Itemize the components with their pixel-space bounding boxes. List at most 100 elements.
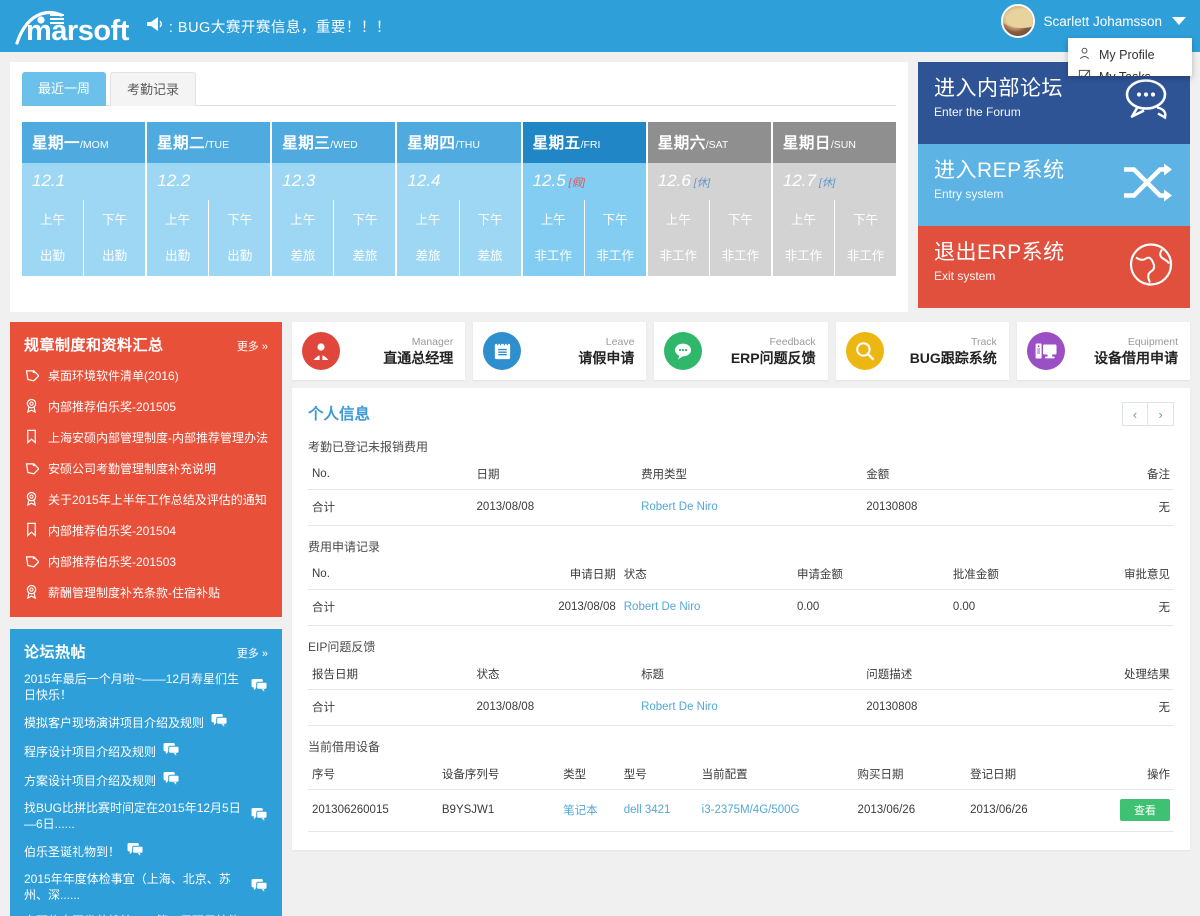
list-item[interactable]: 2015年年度体检事宜（上海、北京、苏州、深......: [24, 871, 268, 903]
table-cell[interactable]: Robert De Niro: [637, 489, 863, 526]
afternoon-status: 非工作: [846, 249, 885, 263]
day-tag: [休]: [693, 177, 711, 189]
day-header: 星期日/SUN: [772, 122, 896, 163]
morning-status: 非工作: [534, 249, 572, 263]
list-item[interactable]: 伯乐圣诞礼物到！: [24, 842, 268, 861]
morning-slot[interactable]: 上午 差旅: [272, 200, 335, 276]
table-cell[interactable]: dell 3421: [619, 789, 698, 832]
action-exit-erp-system[interactable]: 退出ERP系统 Exit system: [918, 226, 1190, 308]
chat-bubbles-icon: [1116, 78, 1174, 129]
column-header: 标题: [637, 661, 863, 690]
calendar-day-sun[interactable]: 星期日/SUN 12.7 [休] 上午 非工作 下午 非工作: [772, 122, 896, 276]
afternoon-slot[interactable]: 下午 非工作: [584, 200, 646, 276]
list-item[interactable]: 方案设计项目介绍及规则: [24, 771, 268, 790]
afternoon-slot[interactable]: 下午 差旅: [334, 200, 396, 276]
morning-slot[interactable]: 上午 差旅: [397, 200, 460, 276]
morning-slot[interactable]: 上午 非工作: [772, 200, 835, 276]
afternoon-slot[interactable]: 下午 出勤: [84, 200, 146, 276]
morning-label: 上午: [790, 213, 816, 227]
announcement[interactable]: : BUG大赛开赛信息，重要！！！: [145, 15, 391, 38]
day-halves: 上午 非工作 下午 非工作: [772, 200, 896, 276]
list-item[interactable]: 桌面环境软件清单(2016): [24, 367, 268, 386]
user-account-area[interactable]: Scarlett Johamsson: [1001, 4, 1186, 38]
afternoon-slot[interactable]: 下午 非工作: [834, 200, 896, 276]
attendance-tabs[interactable]: 最近一周 考勤记录: [22, 72, 896, 106]
tab-attendance-records[interactable]: 考勤记录: [110, 72, 197, 106]
menu-item-my-tasks[interactable]: My Tasks: [1068, 66, 1192, 76]
pager-controls[interactable]: ‹ ›: [1122, 402, 1174, 426]
action-enter-rep-system[interactable]: 进入REP系统 Entry system: [918, 144, 1190, 226]
table-cell: 2013/06/26: [853, 789, 967, 832]
date-value: 12.7: [782, 171, 816, 190]
afternoon-slot[interactable]: 下午 差旅: [459, 200, 521, 276]
table-cell[interactable]: Robert De Niro: [619, 589, 793, 626]
morning-status: 差旅: [415, 249, 441, 263]
calendar-day-thu[interactable]: 星期四/THU 12.4 上午 差旅 下午 差旅: [397, 122, 521, 276]
regulations-list: 桌面环境软件清单(2016) 内部推荐伯乐奖-201505 上海安硕内部管理制度-内…: [24, 367, 268, 603]
app-logo[interactable]: marsoft: [14, 6, 129, 46]
quick-card-feedback[interactable]: Feedback ERP问题反馈: [654, 322, 828, 380]
table-cell[interactable]: i3-2375M/4G/500G: [697, 789, 854, 832]
list-item[interactable]: 薪酬管理制度补充条款-住宿补贴: [24, 584, 268, 603]
table-cell[interactable]: Robert De Niro: [637, 689, 863, 726]
user-dropdown-menu[interactable]: My Profile My Tasks: [1068, 38, 1192, 76]
day-name-cn: 星期一: [32, 135, 81, 152]
quick-card-text: Leave 请假申请: [521, 336, 634, 366]
comment-icon: [163, 771, 180, 790]
afternoon-slot[interactable]: 下午 非工作: [709, 200, 771, 276]
quick-card-manager[interactable]: Manager 直通总经理: [292, 322, 466, 380]
list-item[interactable]: 程序设计项目介绍及规则: [24, 742, 268, 761]
column-header: 批准金额: [948, 561, 1105, 590]
morning-label: 上午: [40, 213, 66, 227]
award-icon: [24, 491, 39, 510]
list-item[interactable]: 2015年最后一个月啦~——12月寿星们生日快乐！: [24, 671, 268, 703]
column-header: 申请日期: [498, 561, 620, 590]
quick-card-track[interactable]: Track BUG跟踪系统: [835, 322, 1009, 380]
list-item[interactable]: 关于2015年上半年工作总结及评估的通知: [24, 491, 268, 510]
list-item-label: 内部推荐伯乐奖-201505: [48, 400, 177, 414]
afternoon-label: 下午: [477, 213, 503, 227]
table-cell: 0.00: [792, 589, 949, 626]
list-item[interactable]: 找BUG比拼比赛时间定在2015年12月5日—6日......: [24, 800, 268, 832]
chevron-down-icon[interactable]: [1172, 17, 1186, 25]
avatar: [1001, 4, 1036, 38]
list-item[interactable]: 安硕公司考勤管理制度补充说明: [24, 460, 268, 479]
column-header: 费用类型: [637, 461, 863, 490]
chevron-right-icon[interactable]: ›: [1148, 403, 1173, 425]
afternoon-status: 非工作: [721, 249, 760, 263]
tab-recent-week[interactable]: 最近一周: [22, 72, 107, 106]
calendar-day-fri[interactable]: 星期五/FRI 12.5 [假] 上午 非工作 下午 非工作: [522, 122, 646, 276]
list-item[interactable]: 内部推荐伯乐奖-201505: [24, 398, 268, 417]
list-item[interactable]: 内部推荐伯乐奖-201503: [24, 553, 268, 572]
chevron-left-icon[interactable]: ‹: [1123, 403, 1148, 425]
forum-more-link[interactable]: 更多 »: [237, 645, 268, 661]
morning-slot[interactable]: 上午 非工作: [647, 200, 710, 276]
list-item-label: 安硕公司考勤管理制度补充说明: [48, 462, 217, 476]
quick-card-leave[interactable]: Leave 请假申请: [473, 322, 647, 380]
calendar-day-tue[interactable]: 星期二/TUE 12.2 上午 出勤 下午 出勤: [147, 122, 271, 276]
quick-card-en: Manager: [411, 335, 454, 348]
menu-item-my-profile[interactable]: My Profile: [1068, 44, 1192, 66]
calendar-day-sat[interactable]: 星期六/SAT 12.6 [休] 上午 非工作 下午 非工作: [647, 122, 771, 276]
view-button[interactable]: 查看: [1120, 799, 1170, 821]
afternoon-slot[interactable]: 下午 出勤: [209, 200, 271, 276]
day-name-cn: 星期四: [407, 135, 456, 152]
globe-icon: [1128, 242, 1174, 293]
list-item[interactable]: 上海安硕内部管理制度-内部推荐管理办法: [24, 429, 268, 448]
morning-label: 上午: [165, 213, 191, 227]
calendar-day-wed[interactable]: 星期三/WED 12.3 上午 差旅 下午 差旅: [272, 122, 396, 276]
regulations-more-link[interactable]: 更多 »: [237, 338, 268, 354]
quick-card-equipment[interactable]: Equipment 设备借用申请: [1016, 322, 1191, 380]
list-item[interactable]: 模拟客户现场演讲项目介绍及规则: [24, 713, 268, 732]
table-cell[interactable]: 笔记本: [559, 789, 620, 832]
table-cell: 0.00: [948, 589, 1105, 626]
table-cell: 合计: [308, 489, 473, 526]
morning-slot[interactable]: 上午 非工作: [522, 200, 585, 276]
morning-slot[interactable]: 上午 出勤: [22, 200, 85, 276]
column-header: 状态: [619, 561, 793, 590]
calendar-day-mom[interactable]: 星期一/MOM 12.1 上午 出勤 下午 出勤: [22, 122, 146, 276]
right-column: Manager 直通总经理 Leave 请假申请 Feedback ERP问题反馈 Trac…: [292, 322, 1191, 850]
morning-slot[interactable]: 上午 出勤: [147, 200, 210, 276]
list-item[interactable]: 内部推荐伯乐奖-201504: [24, 522, 268, 541]
section-label: 当前借用设备: [308, 740, 381, 754]
